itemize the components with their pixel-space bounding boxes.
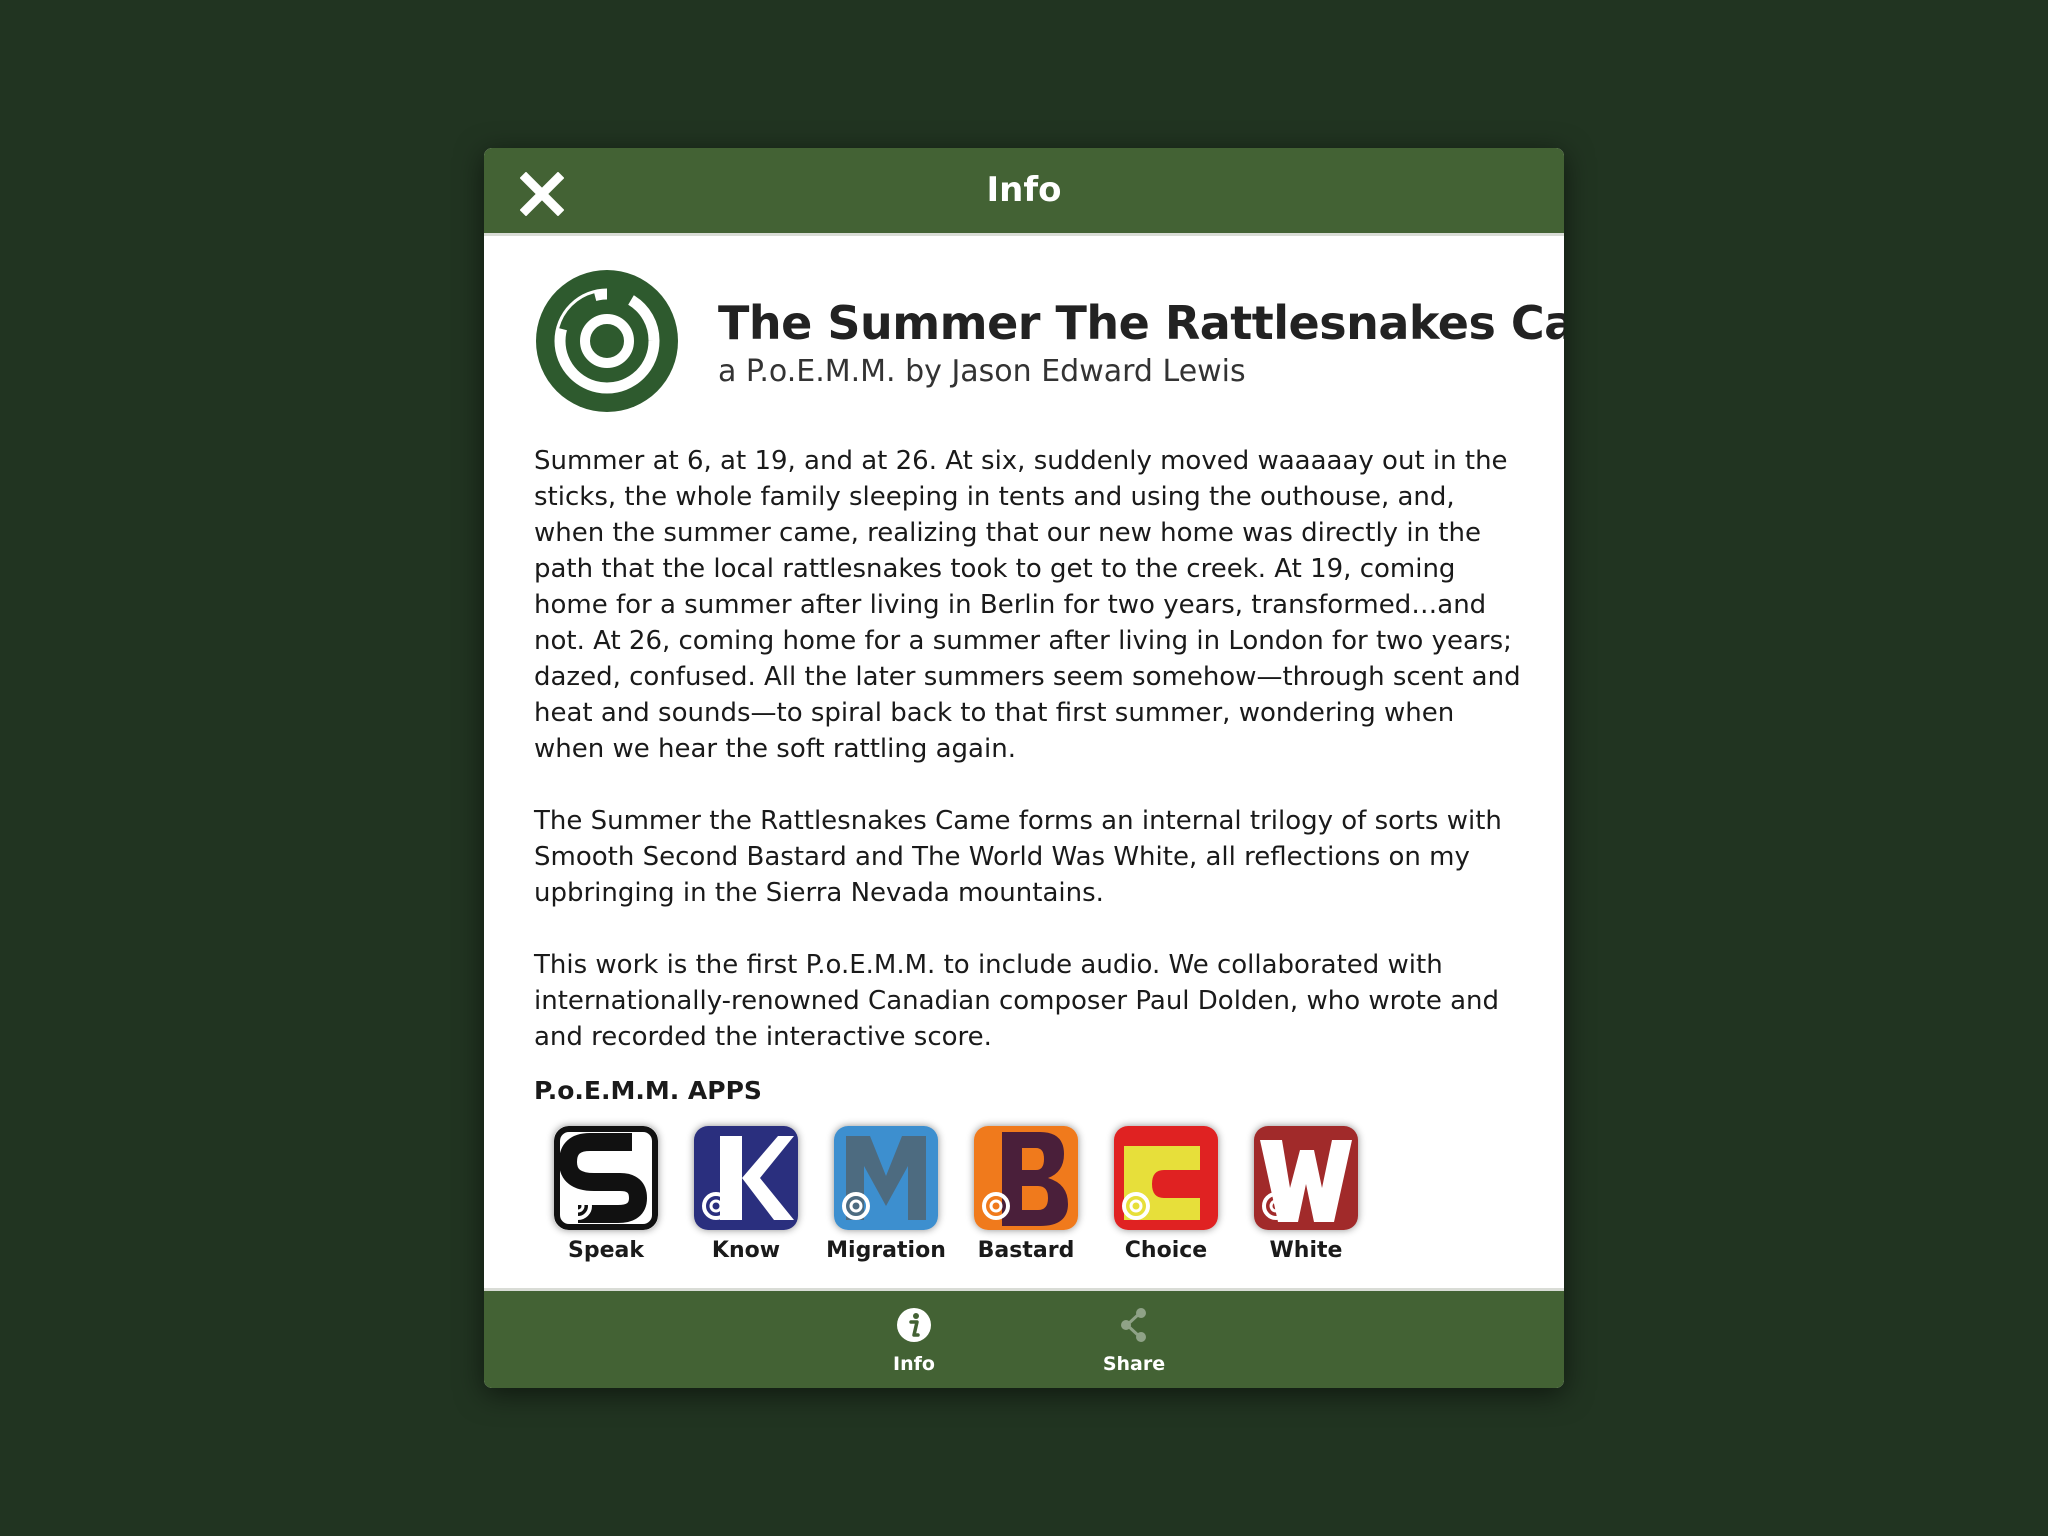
app-item-know[interactable]: Know	[676, 1126, 816, 1263]
app-label: Migration	[826, 1238, 946, 1263]
tab-label: Info	[893, 1353, 935, 1375]
description-paragraph: Summer at 6, at 19, and at 26. At six, s…	[534, 446, 1521, 764]
migration-app-icon	[834, 1126, 938, 1230]
white-app-icon	[1254, 1126, 1358, 1230]
know-app-icon	[694, 1126, 798, 1230]
app-label: White	[1269, 1238, 1343, 1263]
app-label: Choice	[1124, 1238, 1208, 1263]
tab-info[interactable]: Info	[844, 1305, 984, 1375]
app-item-migration[interactable]: Migration	[816, 1126, 956, 1263]
speak-app-icon	[554, 1126, 658, 1230]
choice-app-icon	[1114, 1126, 1218, 1230]
description-paragraph: The Summer the Rattlesnakes Came forms a…	[534, 806, 1502, 908]
app-label: Know	[711, 1238, 781, 1263]
app-title: The Summer The Rattlesnakes Came	[718, 296, 1564, 350]
app-item-bastard[interactable]: Bastard	[956, 1126, 1096, 1263]
bastard-app-icon	[974, 1126, 1078, 1230]
app-description: Summer at 6, at 19, and at 26. At six, s…	[534, 443, 1524, 1091]
info-modal: Info The Summer The Rattlesnakes Came a …	[484, 148, 1564, 1388]
spiral-logo-icon	[536, 270, 678, 412]
bottom-tab-bar: Info Share	[484, 1288, 1564, 1388]
app-item-speak[interactable]: Speak	[536, 1126, 676, 1263]
app-logo	[536, 270, 678, 412]
app-subtitle: a P.o.E.M.M. by Jason Edward Lewis	[718, 354, 1246, 389]
tab-label: Share	[1102, 1353, 1166, 1375]
top-bar: Info	[484, 148, 1564, 236]
app-item-choice[interactable]: Choice	[1096, 1126, 1236, 1263]
info-icon	[897, 1308, 931, 1342]
apps-heading: P.o.E.M.M. APPS	[534, 1076, 762, 1105]
tab-share[interactable]: Share	[1064, 1305, 1204, 1375]
app-label: Speak	[568, 1238, 644, 1263]
share-icon	[1121, 1308, 1146, 1342]
app-item-white[interactable]: White	[1236, 1126, 1376, 1263]
description-paragraph: This work is the first P.o.E.M.M. to inc…	[534, 950, 1500, 1052]
page-title: Info	[986, 170, 1062, 210]
app-label: Bastard	[977, 1238, 1075, 1263]
